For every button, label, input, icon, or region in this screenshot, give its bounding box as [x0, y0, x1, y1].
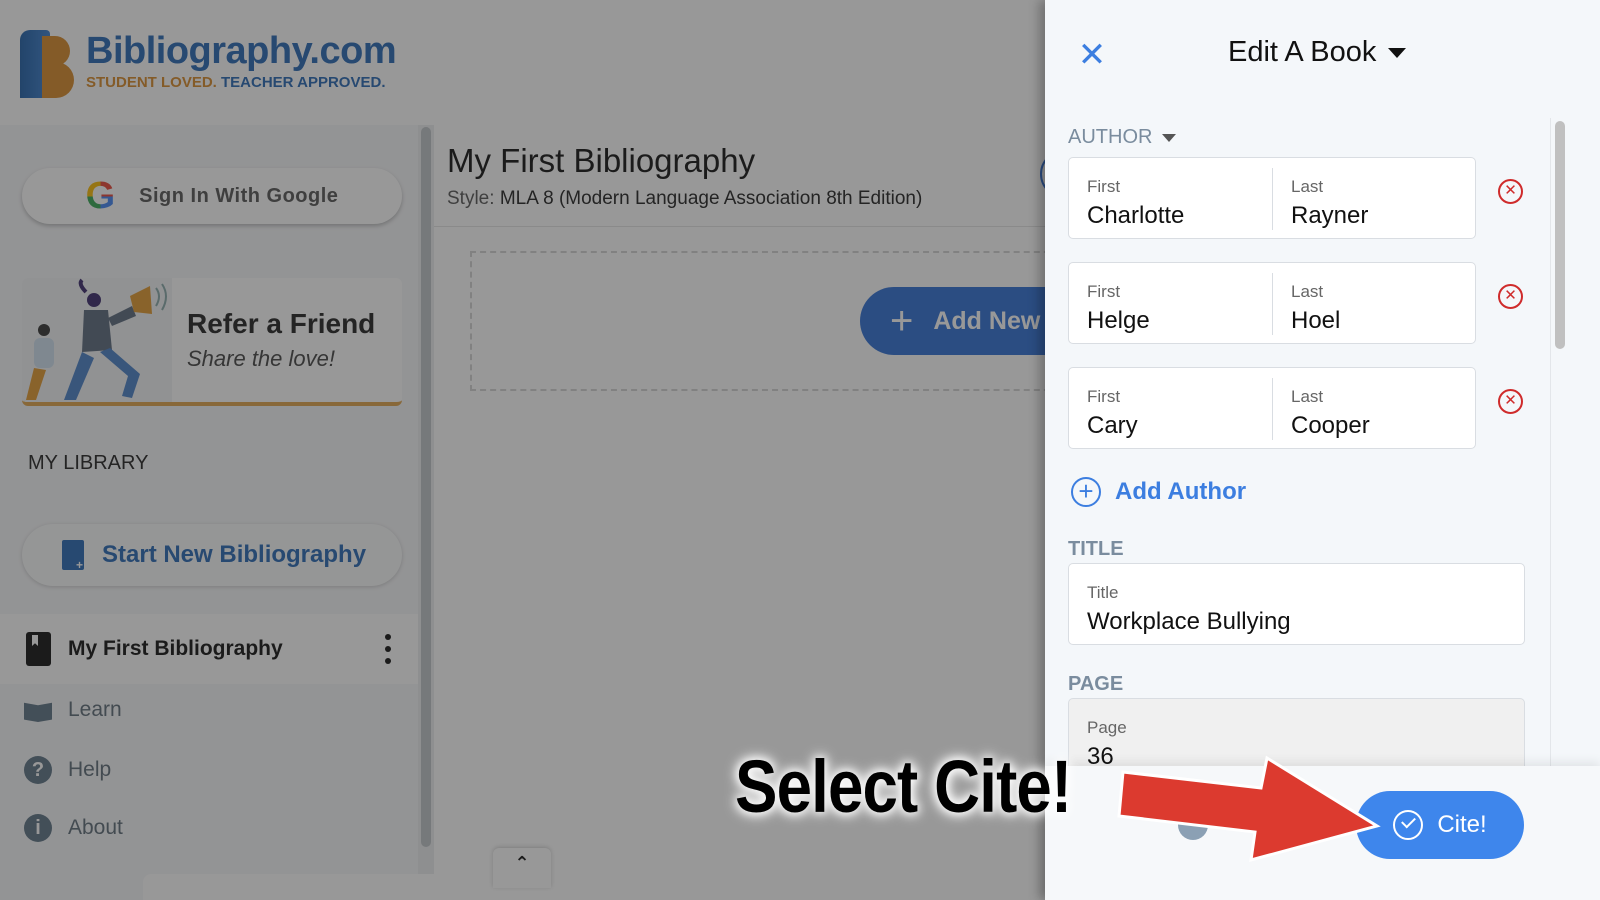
add-author-button[interactable]: + Add Author — [1071, 477, 1246, 507]
panel-scrollbar[interactable] — [1550, 118, 1568, 768]
page-section-label: PAGE — [1068, 673, 1124, 695]
panel-title: Edit A Book — [1228, 36, 1377, 68]
instruction-callout: Select Cite! — [735, 745, 1072, 828]
author-last-name-input[interactable]: Last Cooper — [1272, 378, 1475, 440]
caret-down-icon — [1162, 133, 1177, 142]
remove-author-icon[interactable]: ✕ — [1498, 284, 1523, 309]
red-arrow-icon — [1117, 755, 1381, 863]
author-section-toggle[interactable]: AUTHOR — [1068, 126, 1177, 149]
author-first-name-input[interactable]: First Helge — [1069, 263, 1272, 343]
author-row: First Charlotte Last Rayner — [1068, 157, 1476, 239]
author-first-name-input[interactable]: First Charlotte — [1069, 158, 1272, 238]
author-first-name-input[interactable]: First Cary — [1069, 368, 1272, 448]
title-section-label: TITLE — [1068, 538, 1124, 560]
source-type-dropdown[interactable]: Edit A Book — [1228, 36, 1407, 69]
remove-author-icon[interactable]: ✕ — [1498, 179, 1523, 204]
close-panel-button[interactable]: ✕ — [1077, 38, 1107, 72]
check-circle-icon — [1393, 810, 1424, 840]
author-row: First Cary Last Cooper — [1068, 367, 1476, 449]
remove-author-icon[interactable]: ✕ — [1498, 389, 1523, 414]
title-input[interactable]: Title Workplace Bullying — [1068, 563, 1525, 645]
author-row: First Helge Last Hoel — [1068, 262, 1476, 344]
author-last-name-input[interactable]: Last Hoel — [1272, 273, 1475, 335]
author-last-name-input[interactable]: Last Rayner — [1272, 168, 1475, 230]
caret-down-icon — [1388, 47, 1407, 58]
plus-circle-icon: + — [1071, 477, 1101, 507]
